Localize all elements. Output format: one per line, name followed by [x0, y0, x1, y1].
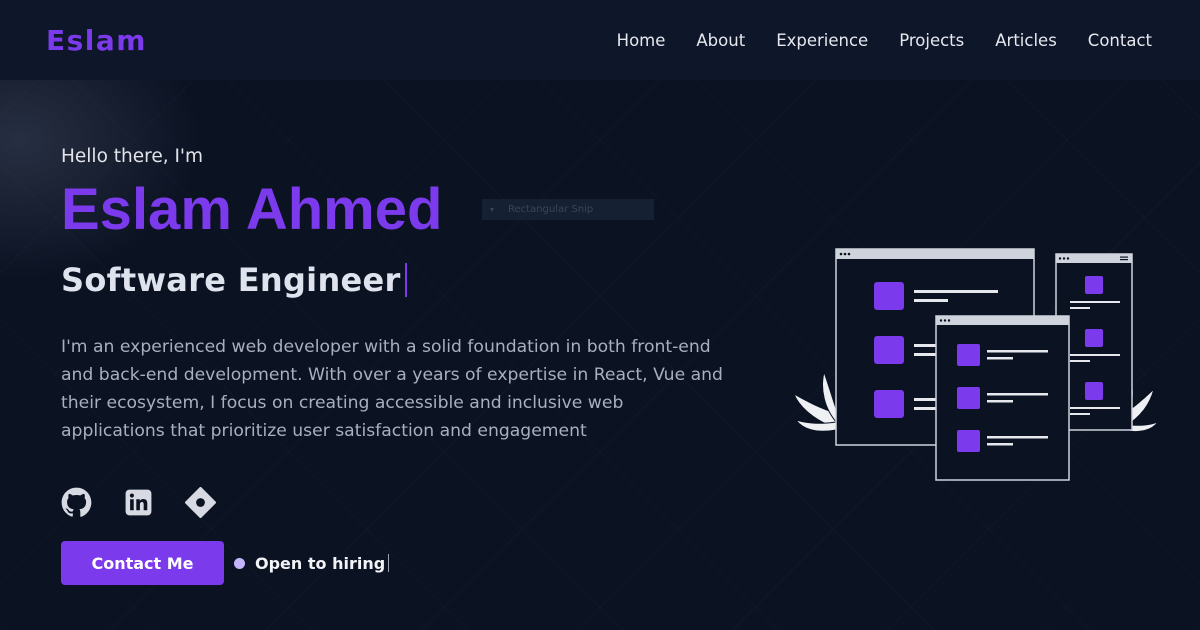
left-leaves-icon — [793, 370, 839, 432]
social-links — [61, 487, 216, 518]
snip-tool-overlay: ▾ Rectangular Snip — [482, 199, 654, 220]
status-dot-icon — [234, 557, 245, 569]
nav-about[interactable]: About — [696, 31, 745, 50]
typing-caret — [404, 263, 407, 297]
hero-bio: I'm an experienced web developer with a … — [61, 337, 723, 441]
site-header: Eslam Home About Experience Projects Art… — [0, 0, 1200, 80]
hero-section: Hello there, I'm Eslam Ahmed Software En… — [61, 146, 741, 445]
nav-projects[interactable]: Projects — [899, 31, 964, 50]
dev-community-icon[interactable] — [185, 487, 216, 518]
nav-home[interactable]: Home — [617, 31, 666, 50]
web-windows-illustration — [793, 248, 1160, 481]
contact-me-button[interactable]: Contact Me — [61, 541, 224, 585]
greeting-text: Hello there, I'm — [61, 146, 204, 167]
hero-role-line: Software Engineer — [61, 261, 741, 299]
nav-contact[interactable]: Contact — [1088, 31, 1152, 50]
logo[interactable]: Eslam — [46, 24, 147, 57]
status-caret — [388, 554, 390, 572]
nav-experience[interactable]: Experience — [776, 31, 868, 50]
main-nav: Home About Experience Projects Articles … — [617, 31, 1152, 50]
github-icon[interactable] — [61, 487, 92, 518]
hero-actions: Contact Me Open to hiring — [61, 541, 390, 585]
hiring-status-label: Open to hiring — [255, 553, 386, 573]
dropdown-arrow-icon: ▾ — [490, 205, 495, 214]
snip-mode-label: Rectangular Snip — [508, 204, 594, 215]
hiring-status: Open to hiring — [234, 553, 390, 573]
hero-role: Software Engineer — [61, 261, 401, 299]
browser-window-front — [935, 315, 1070, 481]
linkedin-icon[interactable] — [123, 487, 154, 518]
nav-articles[interactable]: Articles — [995, 31, 1057, 50]
